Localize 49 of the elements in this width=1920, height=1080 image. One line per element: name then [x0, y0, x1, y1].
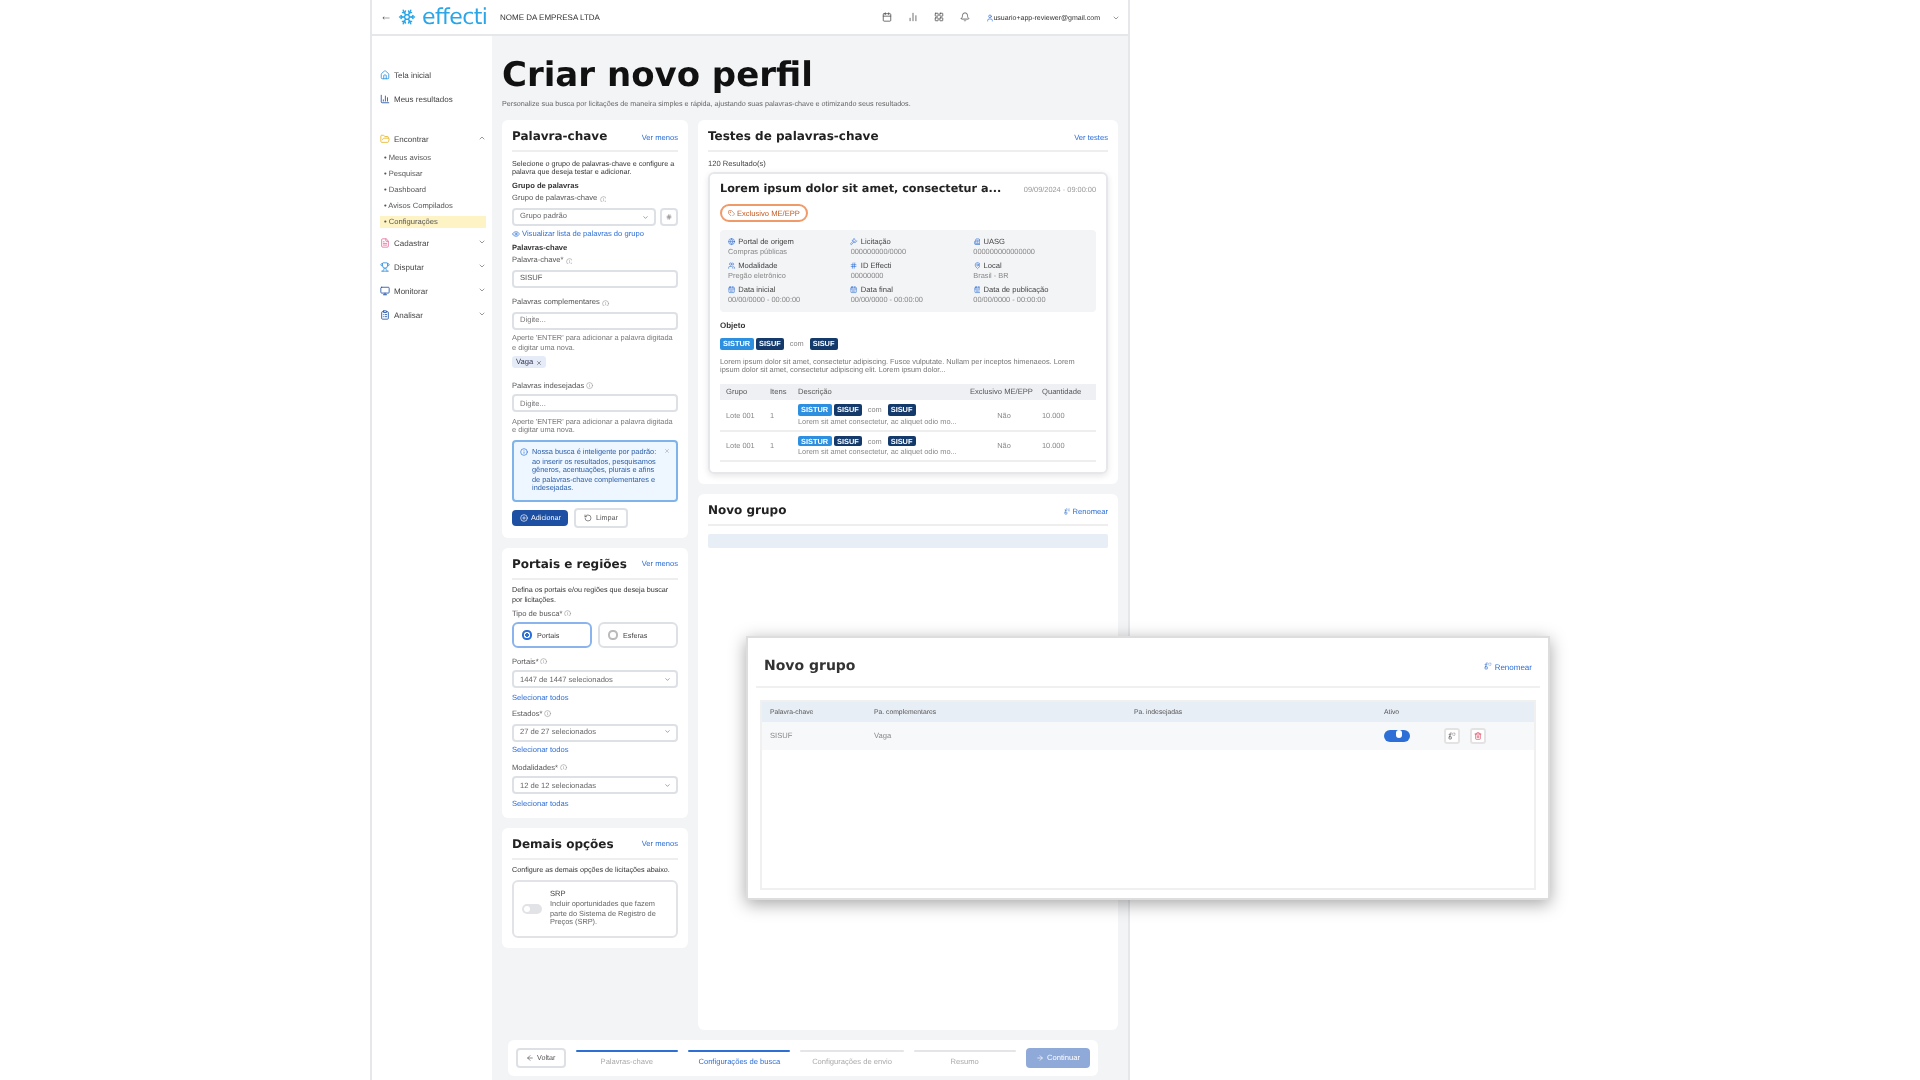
more-button[interactable]: [660, 207, 678, 226]
rename-icon: [1448, 732, 1456, 740]
monitor-icon: [380, 285, 390, 295]
building-icon: [973, 238, 981, 246]
info-icon: [560, 763, 568, 771]
info-icon: [540, 657, 548, 665]
hash-icon: [666, 213, 672, 220]
clipboard-icon: [380, 309, 390, 319]
reset-icon: [584, 513, 593, 522]
info-icon: [601, 299, 609, 307]
trash-icon: [1474, 732, 1482, 740]
trophy-icon: [380, 261, 390, 271]
tag-icon: [728, 209, 735, 217]
folder-icon: [380, 133, 390, 143]
calendar-icon: [973, 286, 981, 294]
info-icon: [599, 195, 607, 203]
page-title: Criar novo perfil: [502, 56, 815, 96]
globe-icon: [728, 238, 736, 246]
home-icon: [380, 69, 390, 79]
calendar-icon[interactable]: [881, 12, 892, 22]
pin-icon: [973, 262, 981, 270]
bell-icon[interactable]: [959, 12, 970, 22]
hash-icon: [850, 262, 858, 270]
toggle-switch[interactable]: [1384, 729, 1410, 741]
calendar-icon: [850, 286, 858, 294]
arrow-right-icon: [1036, 1054, 1045, 1062]
chart-icon: [380, 93, 390, 103]
delete-button[interactable]: [1470, 728, 1486, 744]
user-icon: [985, 13, 994, 21]
info-icon: [586, 382, 594, 390]
info-icon: [565, 257, 573, 265]
toggle-switch[interactable]: [522, 903, 542, 914]
eye-icon: [512, 230, 520, 239]
document-icon: [380, 237, 390, 247]
rename-icon: [1063, 508, 1071, 516]
rename-icon: [1484, 662, 1493, 670]
info-icon: [520, 447, 528, 456]
calendar-icon: [728, 286, 736, 294]
plus-icon: [520, 513, 528, 522]
logo-icon: [398, 8, 416, 26]
info-icon: [544, 710, 552, 718]
grid-icon[interactable]: [933, 12, 944, 22]
gavel-icon: [850, 238, 858, 246]
arrow-left-icon: [526, 1054, 534, 1062]
logo-text: effecti: [422, 4, 488, 30]
chart-icon[interactable]: [907, 12, 918, 22]
info-icon: [564, 609, 572, 617]
rename-button[interactable]: [1444, 728, 1460, 744]
people-icon: [728, 262, 736, 270]
